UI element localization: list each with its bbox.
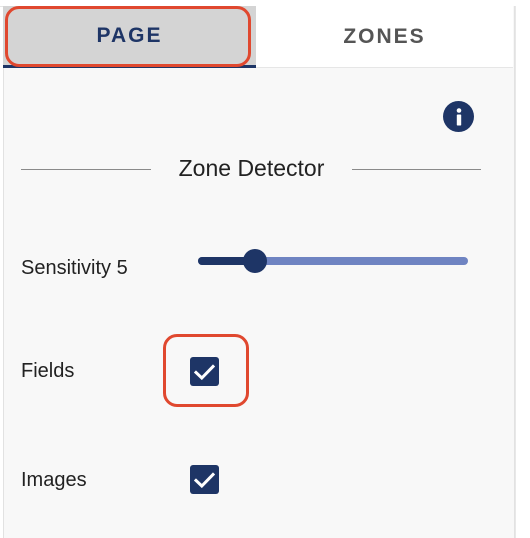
zone-detector-window: PAGE ZONES Zone Detector Sensitivity 5 F… — [0, 0, 530, 538]
info-icon[interactable] — [443, 101, 474, 132]
sensitivity-label: Sensitivity 5 — [21, 257, 128, 279]
info-glyph — [456, 107, 461, 125]
slider-thumb[interactable] — [242, 249, 267, 273]
images-checkbox[interactable] — [190, 465, 219, 494]
right-gutter — [515, 6, 530, 538]
check-icon — [194, 363, 215, 380]
section-divider-left — [21, 169, 151, 170]
fields-label: Fields — [21, 360, 75, 382]
tab-zones[interactable]: ZONES — [256, 6, 513, 68]
section-title: Zone Detector — [178, 155, 325, 181]
tab-page[interactable]: PAGE — [3, 6, 256, 68]
check-icon — [194, 471, 215, 488]
sensitivity-slider[interactable] — [198, 248, 468, 274]
images-label: Images — [21, 469, 87, 491]
section-divider-right — [352, 169, 481, 170]
tab-bar: PAGE ZONES — [3, 6, 513, 68]
fields-checkbox[interactable] — [190, 357, 219, 386]
